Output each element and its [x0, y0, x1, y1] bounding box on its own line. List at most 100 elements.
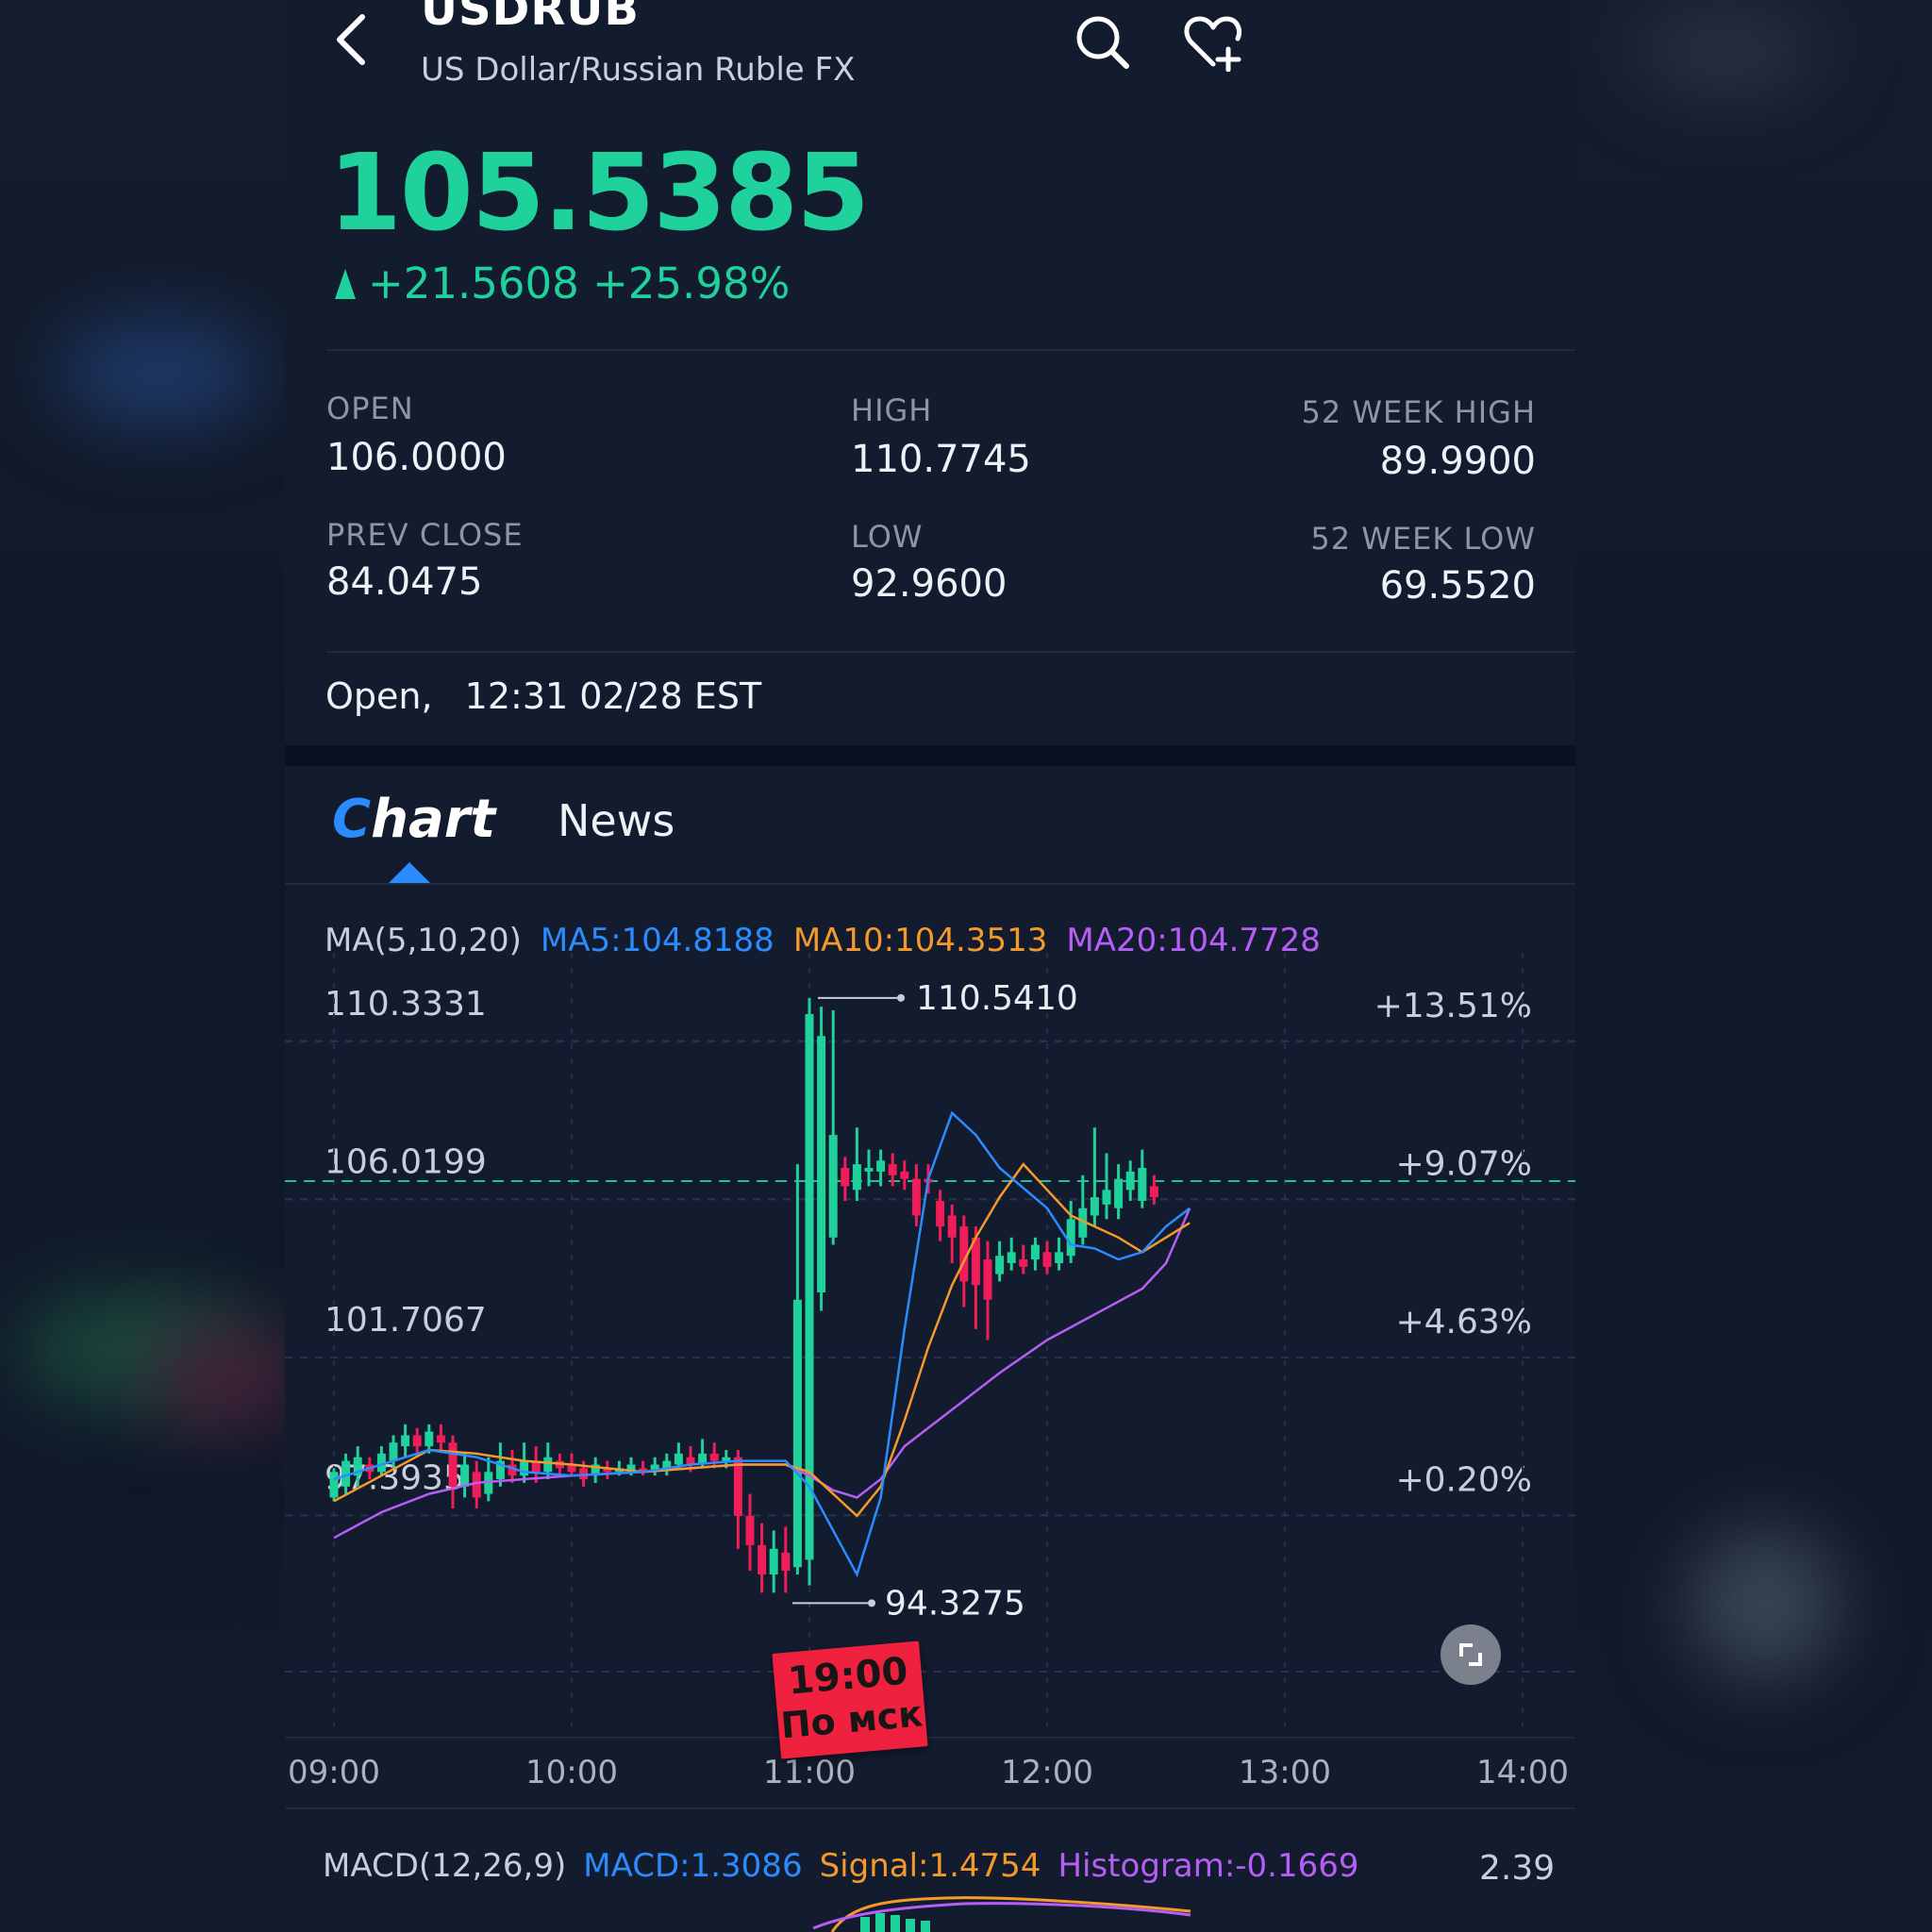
week52-high-label: 52 WEEK HIGH [1301, 394, 1536, 430]
search-icon[interactable] [1072, 11, 1132, 72]
high-label: HIGH [851, 392, 933, 428]
x-tick-label: 09:00 [288, 1754, 380, 1791]
candle-body [1125, 1171, 1135, 1191]
prev-close-value: 84.0475 [326, 560, 483, 604]
open-value: 106.0000 [326, 436, 507, 479]
candle-body [1055, 1252, 1064, 1263]
x-tick-label: 12:00 [1001, 1754, 1093, 1791]
macd-chart [812, 1896, 1191, 1932]
candle-body [401, 1435, 410, 1447]
quote-screen: USDRUB US Dollar/Russian Ruble FX 105.53… [285, 0, 1575, 1932]
divider [326, 651, 1575, 653]
x-tick-label: 10:00 [525, 1754, 618, 1791]
price-chart[interactable]: 110.3331 +13.51% 106.0199 +9.07% 101.7067 +4.… [285, 953, 1575, 1840]
ma5-line [333, 1110, 1191, 1578]
candle-body [448, 1442, 458, 1487]
prev-close-label: PREV CLOSE [326, 517, 524, 553]
candle-body [1102, 1190, 1111, 1205]
tab-chart-label: hart [371, 789, 496, 850]
candle-body [674, 1453, 683, 1465]
tab-news[interactable]: News [558, 795, 675, 846]
candle-body [389, 1442, 398, 1461]
candle-body [745, 1515, 755, 1545]
candle-body [852, 1164, 861, 1191]
time-sticker: 19:00 По мск [772, 1641, 928, 1759]
candle-body [781, 1552, 791, 1572]
macd-histogram-bar [891, 1915, 900, 1932]
candle-body [888, 1164, 897, 1175]
pct-tick-label: +4.63% [1395, 1303, 1532, 1341]
macd-histogram-bar [860, 1917, 870, 1932]
y-tick-label: 101.7067 [325, 1301, 487, 1340]
candle-body [758, 1544, 767, 1574]
candle-body [828, 1135, 838, 1238]
candle-body [983, 1259, 992, 1300]
candle-body [329, 1472, 339, 1498]
macd-histogram-bar [921, 1921, 930, 1932]
candle-body [817, 1036, 826, 1293]
active-tab-indicator [389, 862, 430, 883]
blur-blob [1632, 9, 1821, 94]
candle-body [1114, 1178, 1124, 1208]
macd-legend: MACD(12,26,9) MACD:1.3086 Signal:1.4754 … [323, 1847, 1359, 1885]
up-triangle-icon [335, 268, 356, 299]
price-change-row: +21.5608 +25.98% [334, 258, 790, 308]
blur-blob [1689, 1528, 1840, 1679]
candle-body [900, 1171, 909, 1179]
open-label: OPEN [326, 391, 414, 426]
candle-body [722, 1457, 731, 1461]
candle-body [769, 1548, 778, 1574]
candle-body [864, 1168, 874, 1172]
candle-body [520, 1460, 529, 1476]
candle-body [1066, 1219, 1075, 1257]
candle-body [1090, 1197, 1099, 1216]
background-blur-left [0, 0, 302, 1932]
low-label: LOW [851, 519, 924, 555]
macd-histogram-bar [875, 1913, 885, 1932]
symbol-name: US Dollar/Russian Ruble FX [421, 51, 856, 89]
low-value: 92.9600 [851, 562, 1008, 606]
candle-body [543, 1457, 553, 1473]
candle-body [911, 1178, 921, 1216]
candle-body [876, 1160, 886, 1172]
week52-low-value: 69.5520 [1379, 564, 1536, 608]
week52-high-value: 89.9900 [1379, 440, 1536, 483]
candle-body [1138, 1168, 1147, 1201]
candle-body [733, 1457, 742, 1516]
back-arrow-icon[interactable] [330, 11, 372, 68]
macd-axis-value: 2.39 [1479, 1849, 1556, 1888]
pct-tick-label: +13.51% [1374, 987, 1532, 1025]
candle-body [841, 1168, 850, 1187]
expand-icon [1459, 1643, 1482, 1666]
high-value: 110.7745 [851, 438, 1031, 481]
pct-tick-label: +9.07% [1395, 1144, 1532, 1183]
candle-body [1007, 1252, 1016, 1263]
price-change: +21.5608 +25.98% [368, 258, 791, 308]
x-tick-label: 11:00 [763, 1754, 856, 1791]
fullscreen-button[interactable] [1441, 1624, 1501, 1685]
add-to-watchlist-heart-icon[interactable] [1183, 11, 1243, 72]
signal-value: Signal:1.4754 [819, 1847, 1041, 1885]
section-separator [285, 745, 1575, 766]
y-tick-label: 106.0199 [325, 1142, 487, 1181]
blur-blob [151, 1330, 302, 1424]
candle-body [995, 1256, 1005, 1274]
candle-body [425, 1431, 434, 1447]
divider [326, 349, 1575, 351]
divider [285, 883, 1575, 885]
tab-chart[interactable]: Chart [332, 789, 495, 850]
min-marker-label: 94.3275 [885, 1584, 1025, 1623]
candle-body [412, 1435, 422, 1447]
market-status: Open, 12:31 02/28 EST [325, 675, 761, 717]
min-marker-dot [868, 1599, 875, 1607]
candle-body [792, 1299, 802, 1568]
background-blur-right [1575, 0, 1932, 1932]
candle-body [936, 1200, 945, 1227]
x-tick-label: 13:00 [1239, 1754, 1331, 1791]
macd-histogram-bar [906, 1919, 915, 1932]
week52-low-label: 52 WEEK LOW [1310, 521, 1536, 557]
tab-chart-initial: C [332, 789, 372, 850]
y-tick-label: 110.3331 [325, 985, 487, 1024]
candle-body [1042, 1252, 1052, 1267]
symbol-title: USDRUB [421, 0, 640, 36]
